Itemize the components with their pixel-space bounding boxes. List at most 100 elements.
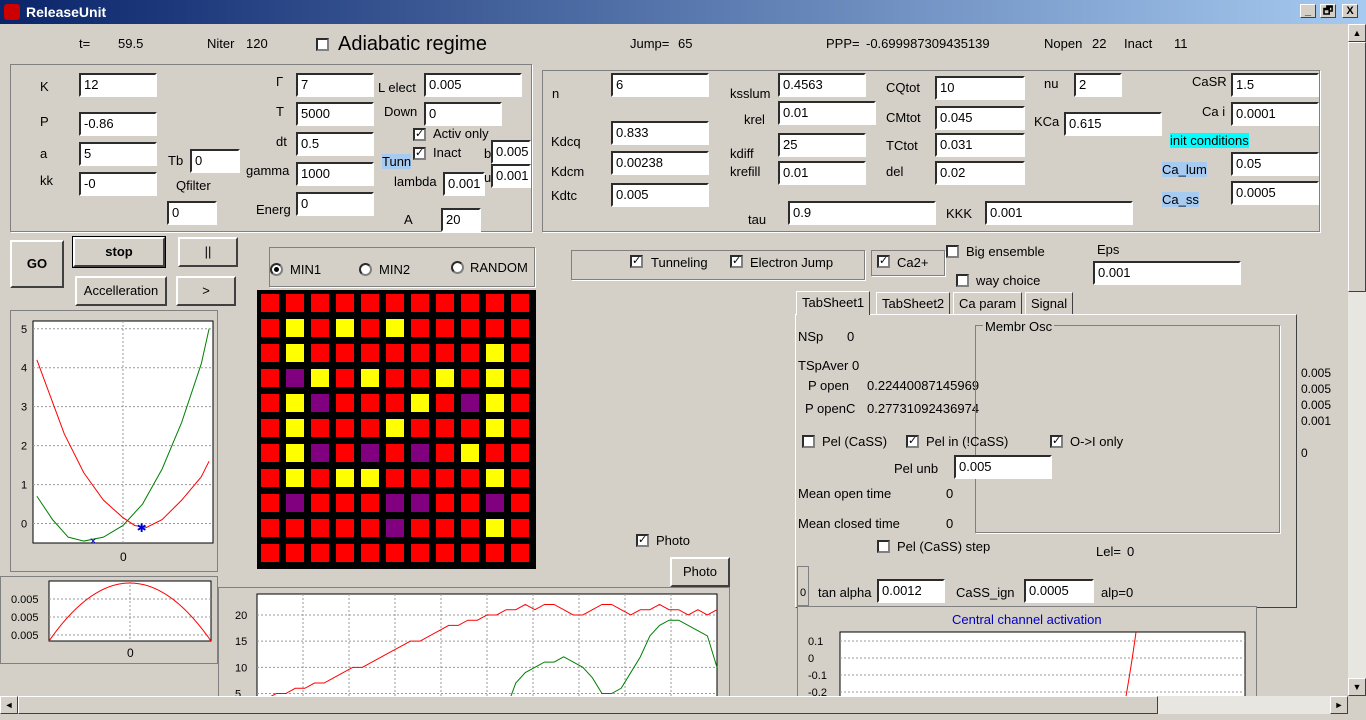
grid-cell[interactable] bbox=[259, 542, 281, 564]
grid-cell[interactable] bbox=[259, 342, 281, 364]
vertical-slider[interactable]: 0 bbox=[797, 566, 809, 606]
grid-cell[interactable] bbox=[409, 317, 431, 339]
nu-field[interactable]: 2 bbox=[1074, 73, 1122, 97]
grid-cell[interactable] bbox=[334, 417, 356, 439]
grid-cell[interactable] bbox=[359, 542, 381, 564]
grid-cell[interactable] bbox=[334, 342, 356, 364]
photo-button[interactable]: Photo bbox=[670, 557, 730, 587]
eps-field[interactable]: 0.001 bbox=[1093, 261, 1241, 285]
grid-cell[interactable] bbox=[434, 367, 456, 389]
grid-cell[interactable] bbox=[309, 442, 331, 464]
tab-tabsheet1[interactable]: TabSheet1 bbox=[796, 291, 871, 315]
grid-cell[interactable] bbox=[509, 292, 531, 314]
grid-cell[interactable] bbox=[359, 417, 381, 439]
grid-cell[interactable] bbox=[334, 517, 356, 539]
grid-cell[interactable] bbox=[384, 392, 406, 414]
grid-cell[interactable] bbox=[459, 517, 481, 539]
ca2-checkbox[interactable]: ✓ bbox=[877, 255, 890, 268]
grid-cell[interactable] bbox=[309, 367, 331, 389]
grid-cell[interactable] bbox=[509, 517, 531, 539]
grid-cell[interactable] bbox=[359, 367, 381, 389]
horizontal-scrollbar[interactable]: ◄ ► bbox=[0, 696, 1348, 714]
grid-cell[interactable] bbox=[484, 317, 506, 339]
grid-cell[interactable] bbox=[484, 367, 506, 389]
grid-cell[interactable] bbox=[259, 317, 281, 339]
grid-cell[interactable] bbox=[334, 542, 356, 564]
grid-cell[interactable] bbox=[359, 317, 381, 339]
tab-ca-param[interactable]: Ca param bbox=[953, 292, 1023, 314]
channel-grid[interactable] bbox=[257, 290, 536, 569]
random-radio[interactable] bbox=[451, 261, 464, 274]
tunneling-checkbox[interactable]: ✓ bbox=[630, 255, 643, 268]
min2-radio[interactable] bbox=[359, 263, 372, 276]
grid-cell[interactable] bbox=[284, 292, 306, 314]
grid-cell[interactable] bbox=[309, 292, 331, 314]
energ-field[interactable]: 0 bbox=[296, 192, 374, 216]
krefill-field[interactable]: 0.01 bbox=[778, 161, 866, 185]
grid-cell[interactable] bbox=[434, 517, 456, 539]
grid-cell[interactable] bbox=[359, 517, 381, 539]
grid-cell[interactable] bbox=[509, 417, 531, 439]
grid-cell[interactable] bbox=[259, 467, 281, 489]
pel-cass-checkbox[interactable] bbox=[802, 435, 815, 448]
grid-cell[interactable] bbox=[484, 492, 506, 514]
n-field[interactable]: 6 bbox=[611, 73, 709, 97]
grid-cell[interactable] bbox=[384, 492, 406, 514]
grid-cell[interactable] bbox=[509, 467, 531, 489]
ca-lum-field[interactable]: 0.05 bbox=[1231, 152, 1319, 176]
tan-alpha-field[interactable]: 0.0012 bbox=[877, 579, 945, 603]
grid-cell[interactable] bbox=[459, 442, 481, 464]
grid-cell[interactable] bbox=[409, 542, 431, 564]
grid-cell[interactable] bbox=[434, 292, 456, 314]
grid-cell[interactable] bbox=[409, 367, 431, 389]
grid-cell[interactable] bbox=[459, 367, 481, 389]
vertical-scroll-thumb[interactable] bbox=[1348, 42, 1366, 292]
kk-field[interactable]: -0 bbox=[79, 172, 157, 196]
grid-cell[interactable] bbox=[384, 542, 406, 564]
grid-cell[interactable] bbox=[359, 442, 381, 464]
grid-cell[interactable] bbox=[284, 442, 306, 464]
electron-jump-checkbox[interactable]: ✓ bbox=[730, 255, 743, 268]
grid-cell[interactable] bbox=[259, 392, 281, 414]
grid-cell[interactable] bbox=[459, 292, 481, 314]
grid-cell[interactable] bbox=[509, 342, 531, 364]
grid-cell[interactable] bbox=[484, 542, 506, 564]
gamma-field[interactable]: 1000 bbox=[296, 162, 374, 186]
grid-cell[interactable] bbox=[409, 292, 431, 314]
tctot-field[interactable]: 0.031 bbox=[935, 133, 1025, 157]
grid-cell[interactable] bbox=[459, 417, 481, 439]
grid-cell[interactable] bbox=[384, 342, 406, 364]
grid-cell[interactable] bbox=[509, 317, 531, 339]
pause-button[interactable]: || bbox=[178, 237, 238, 267]
vertical-scrollbar[interactable]: ▲ ▼ bbox=[1348, 24, 1366, 696]
kdtc-field[interactable]: 0.005 bbox=[611, 183, 709, 207]
qfilter-field[interactable]: 0 bbox=[167, 201, 217, 225]
grid-cell[interactable] bbox=[334, 467, 356, 489]
maximize-button[interactable]: 🗗 bbox=[1320, 4, 1336, 18]
scroll-right-icon[interactable]: ► bbox=[1330, 696, 1348, 714]
grid-cell[interactable] bbox=[334, 292, 356, 314]
b-field[interactable]: 0.005 bbox=[491, 140, 531, 164]
k-field[interactable]: 12 bbox=[79, 73, 157, 97]
photo-checkbox[interactable]: ✓ bbox=[636, 534, 649, 547]
grid-cell[interactable] bbox=[409, 492, 431, 514]
krel-field[interactable]: 0.01 bbox=[778, 101, 876, 125]
pel-cass-step-checkbox[interactable] bbox=[877, 540, 890, 553]
a-param-field[interactable]: 20 bbox=[441, 208, 481, 232]
grid-cell[interactable] bbox=[284, 542, 306, 564]
grid-cell[interactable] bbox=[309, 417, 331, 439]
grid-cell[interactable] bbox=[259, 292, 281, 314]
adiabatic-checkbox[interactable] bbox=[316, 38, 329, 51]
grid-cell[interactable] bbox=[384, 417, 406, 439]
close-button[interactable]: X bbox=[1342, 4, 1358, 18]
grid-cell[interactable] bbox=[359, 292, 381, 314]
casr-field[interactable]: 1.5 bbox=[1231, 73, 1319, 97]
grid-cell[interactable] bbox=[484, 292, 506, 314]
scroll-left-icon[interactable]: ◄ bbox=[0, 696, 18, 714]
big-ensemble-checkbox[interactable] bbox=[946, 245, 959, 258]
stop-button[interactable]: stop bbox=[72, 236, 166, 268]
grid-cell[interactable] bbox=[484, 517, 506, 539]
grid-cell[interactable] bbox=[384, 367, 406, 389]
grid-cell[interactable] bbox=[434, 542, 456, 564]
grid-cell[interactable] bbox=[309, 542, 331, 564]
